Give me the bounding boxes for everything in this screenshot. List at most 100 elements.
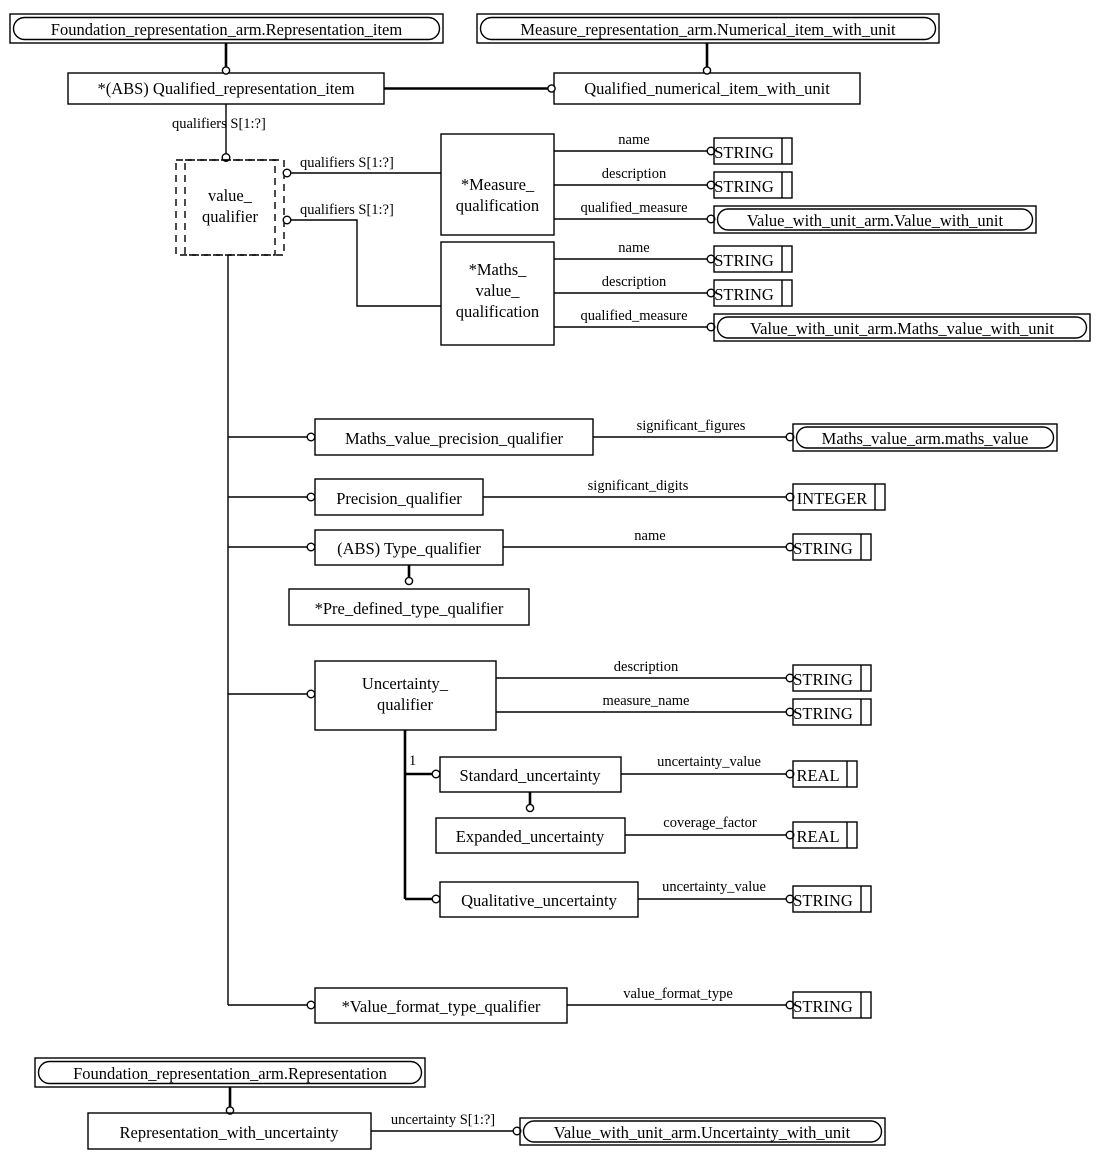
node-label: Qualitative_uncertainty	[461, 891, 618, 910]
node-value-format-type-qualifier: *Value_format_type_qualifier	[314, 987, 568, 1024]
attr-label-uncertainty-value-standard: uncertainty_value	[657, 754, 761, 770]
link-circle	[306, 542, 316, 552]
link-circle	[306, 689, 316, 699]
node-string-unc-measure-name: STRING	[792, 698, 872, 726]
node-foundation-representation-item: Foundation_representation_arm.Representa…	[9, 13, 444, 44]
node-precision-qualifier: Precision_qualifier	[314, 478, 484, 516]
node-label: STRING	[793, 891, 853, 910]
node-label: REAL	[796, 827, 839, 846]
node-string-qualitative-uncertainty: STRING	[792, 885, 872, 913]
node-label: INTEGER	[797, 489, 868, 508]
node-label: STRING	[714, 285, 774, 304]
node-label: STRING	[793, 997, 853, 1016]
attr-label-qualified-measure-maths: qualified_measure	[580, 308, 687, 324]
node-label: *(ABS) Qualified_representation_item	[97, 79, 354, 98]
node-value-with-unit: Value_with_unit_arm.Value_with_unit	[713, 205, 1037, 234]
node-foundation-representation: Foundation_representation_arm.Representa…	[34, 1057, 426, 1088]
node-label: Value_with_unit_arm.Uncertainty_with_uni…	[554, 1123, 851, 1142]
link-circle	[525, 803, 535, 813]
node-measure-qualification: *Measure_ qualification	[440, 133, 555, 236]
node-label: STRING	[714, 143, 774, 162]
node-label-line2: value_	[476, 281, 521, 300]
node-label: Foundation_representation_arm.Representa…	[51, 20, 403, 39]
attr-label-name-maths: name	[618, 240, 649, 256]
node-maths-value-precision-qualifier: Maths_value_precision_qualifier	[314, 418, 594, 456]
node-label-line1: *Measure_	[461, 175, 535, 194]
node-label-line1: Uncertainty_	[362, 674, 449, 693]
node-string-maths-description: STRING	[713, 279, 793, 307]
node-string-measure-description: STRING	[713, 171, 793, 199]
node-pre-defined-type-qualifier: *Pre_defined_type_qualifier	[288, 588, 530, 626]
node-label-line1: *Maths_	[469, 260, 528, 279]
node-label: *Value_format_type_qualifier	[342, 997, 541, 1016]
node-qualified-representation-item: *(ABS) Qualified_representation_item	[67, 72, 385, 105]
node-label-line2: qualification	[456, 196, 539, 215]
attr-label-significant-figures: significant_figures	[637, 418, 746, 434]
attr-label-qualifiers-maths: qualifiers S[1:?]	[300, 202, 394, 218]
node-label: Expanded_uncertainty	[456, 827, 605, 846]
attr-label-qualified-measure-measure: qualified_measure	[580, 200, 687, 216]
node-expanded-uncertainty: Expanded_uncertainty	[435, 817, 626, 854]
node-label: Value_with_unit_arm.Maths_value_with_uni…	[750, 319, 1054, 338]
link-qualifiers-maths	[290, 219, 441, 307]
node-measure-numerical-item: Measure_representation_arm.Numerical_ite…	[476, 13, 940, 44]
node-label: REAL	[796, 766, 839, 785]
node-integer-significant-digits: INTEGER	[792, 483, 886, 511]
attr-label-description-measure: description	[602, 166, 667, 182]
node-label: Foundation_representation_arm.Representa…	[73, 1064, 387, 1083]
diagram-canvas: Foundation_representation_arm.Representa…	[9, 13, 1091, 1150]
node-qualified-numerical-item: Qualified_numerical_item_with_unit	[553, 72, 861, 105]
link-circle	[431, 769, 441, 779]
node-string-unc-description: STRING	[792, 664, 872, 692]
link-circle	[282, 168, 292, 178]
node-maths-value-qualification: *Maths_ value_ qualification	[440, 241, 555, 346]
cardinality-label-one: 1	[409, 753, 416, 769]
attr-label-uncertainty-rep: uncertainty S[1:?]	[391, 1112, 495, 1128]
node-string-value-format-type: STRING	[792, 991, 872, 1019]
node-label: *Pre_defined_type_qualifier	[315, 599, 504, 618]
link-circle	[306, 432, 316, 442]
attr-label-uncertainty-value-qualitative: uncertainty_value	[662, 879, 766, 895]
node-label: STRING	[793, 670, 853, 689]
attr-label-qualifiers-root: qualifiers S[1:?]	[172, 116, 266, 132]
node-uncertainty-qualifier: Uncertainty_ qualifier	[314, 660, 497, 731]
node-representation-with-uncertainty: Representation_with_uncertainty	[87, 1112, 372, 1150]
node-string-measure-name: STRING	[713, 137, 793, 165]
node-label: Representation_with_uncertainty	[119, 1123, 339, 1142]
attr-label-coverage-factor: coverage_factor	[663, 815, 757, 831]
node-label: STRING	[793, 704, 853, 723]
attr-label-significant-digits: significant_digits	[588, 478, 689, 494]
node-maths-value-with-unit: Value_with_unit_arm.Maths_value_with_uni…	[713, 313, 1091, 342]
node-label: Measure_representation_arm.Numerical_ite…	[520, 20, 896, 39]
node-label-line2: qualifier	[377, 695, 433, 714]
link-circle	[547, 84, 556, 93]
node-label: STRING	[793, 539, 853, 558]
node-value-qualifier: value_ qualifier	[175, 159, 285, 256]
node-standard-uncertainty: Standard_uncertainty	[439, 756, 622, 793]
node-label: Value_with_unit_arm.Value_with_unit	[747, 211, 1004, 230]
node-label: (ABS) Type_qualifier	[337, 539, 481, 558]
link-circle	[306, 492, 316, 502]
node-uncertainty-with-unit: Value_with_unit_arm.Uncertainty_with_uni…	[519, 1117, 886, 1146]
node-type-qualifier: (ABS) Type_qualifier	[314, 529, 504, 566]
node-qualitative-uncertainty: Qualitative_uncertainty	[439, 881, 639, 918]
express-g-diagram: Foundation_representation_arm.Representa…	[0, 0, 1100, 1159]
attr-label-description-maths: description	[602, 274, 667, 290]
attr-label-description-unc: description	[614, 659, 679, 675]
attr-label-name-type: name	[634, 528, 665, 544]
link-circle	[404, 576, 414, 586]
link-circle	[282, 215, 292, 225]
attr-label-qualifiers-measure: qualifiers S[1:?]	[300, 155, 394, 171]
node-label: STRING	[714, 177, 774, 196]
node-label: Standard_uncertainty	[459, 766, 601, 785]
node-real-standard-uncertainty: REAL	[792, 760, 858, 788]
attr-label-value-format-type: value_format_type	[623, 986, 733, 1002]
node-label-line3: qualification	[456, 302, 539, 321]
node-maths-value-arm-maths-value: Maths_value_arm.maths_value	[792, 423, 1058, 452]
node-label: Qualified_numerical_item_with_unit	[584, 79, 830, 98]
node-real-coverage-factor: REAL	[792, 821, 858, 849]
link-circle	[702, 66, 712, 75]
attr-label-measure-name-unc: measure_name	[603, 693, 690, 709]
link-circle	[221, 66, 231, 75]
node-label: Maths_value_arm.maths_value	[822, 429, 1029, 448]
